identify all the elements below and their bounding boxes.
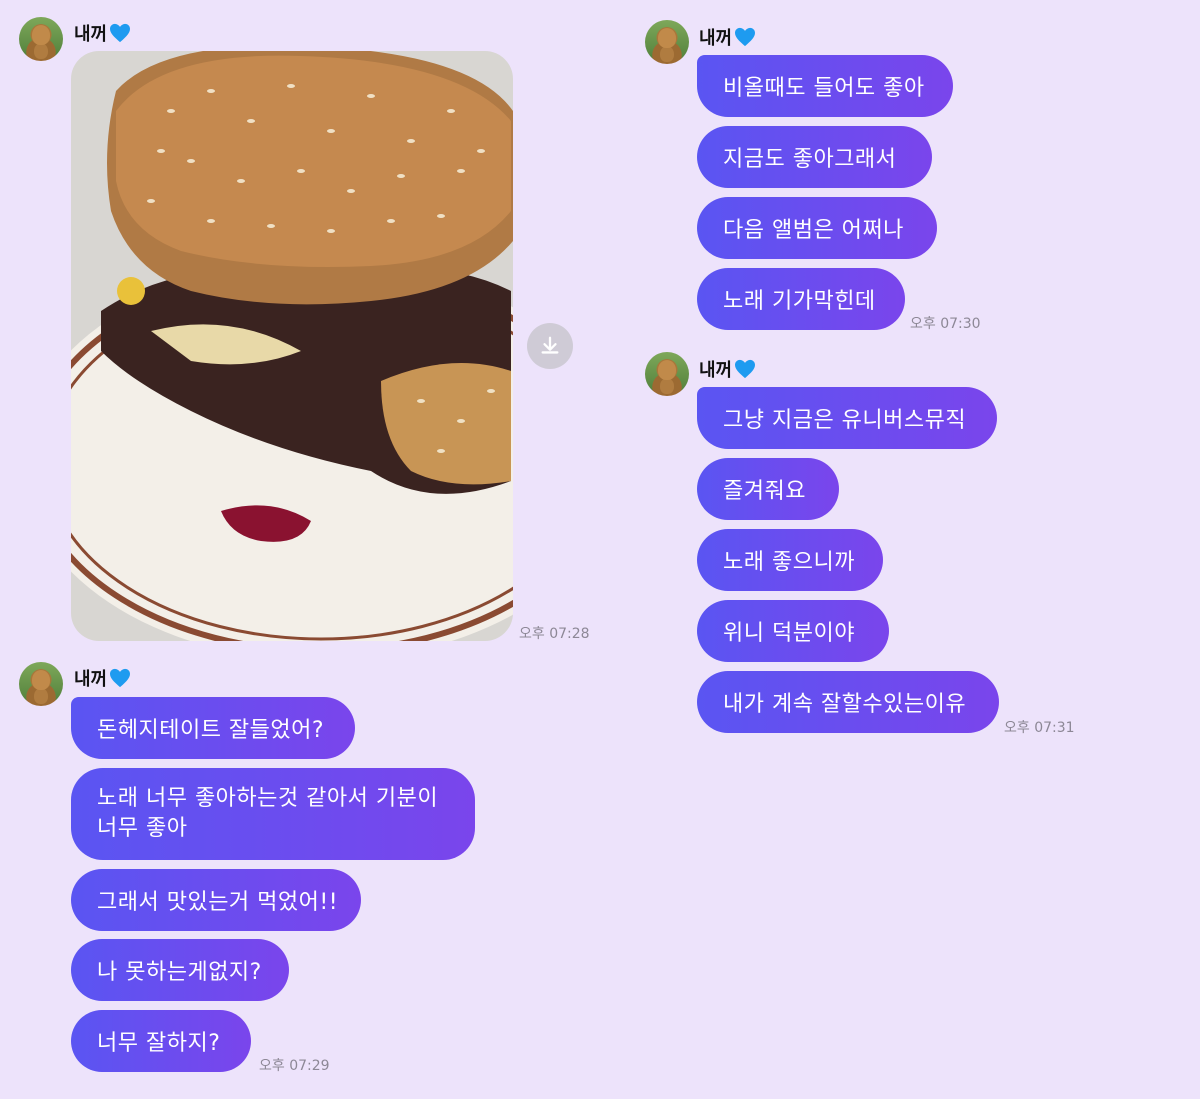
blue-heart-icon xyxy=(735,359,756,379)
sender-label: 내꺼 xyxy=(74,24,108,45)
blue-heart-icon xyxy=(110,23,131,43)
message-text: 나 못하는게없지? xyxy=(97,960,262,985)
burger-image xyxy=(71,51,513,641)
message-text: 위니 덕분이야 xyxy=(723,621,855,646)
message-text: 노래 기가막힌데 xyxy=(723,289,876,314)
message-text: 돈헤지테이트 잘들었어? xyxy=(97,718,325,743)
message-bubble[interactable]: 노래 너무 좋아하는것 같아서 기분이 너무 좋아 xyxy=(71,768,475,860)
food-photo[interactable] xyxy=(71,51,513,641)
blue-heart-icon xyxy=(110,668,131,688)
message-text: 노래 좋으니까 xyxy=(723,550,855,575)
message-bubble[interactable]: 노래 좋으니까 xyxy=(697,529,883,591)
message-text: 그래서 맛있는거 먹었어!! xyxy=(97,890,339,915)
sender-name: 내꺼 xyxy=(699,24,756,50)
message-bubble[interactable]: 내가 계속 잘할수있는이유 xyxy=(697,671,999,733)
avatar[interactable] xyxy=(645,352,689,396)
message-bubble[interactable]: 그래서 맛있는거 먹었어!! xyxy=(71,869,361,931)
message-time: 오후 07:29 xyxy=(259,1058,330,1074)
message-time: 오후 07:31 xyxy=(1004,720,1075,736)
message-text: 비올때도 들어도 좋아 xyxy=(723,76,925,101)
message-bubble[interactable]: 위니 덕분이야 xyxy=(697,600,889,662)
message-bubble[interactable]: 돈헤지테이트 잘들었어? xyxy=(71,697,355,759)
message-bubble[interactable]: 지금도 좋아그래서 xyxy=(697,126,932,188)
download-button[interactable] xyxy=(527,323,573,369)
blue-heart-icon xyxy=(735,27,756,47)
sender-name: 내꺼 xyxy=(74,20,131,46)
message-text: 지금도 좋아그래서 xyxy=(723,147,897,172)
message-text: 그냥 지금은 유니버스뮤직 xyxy=(723,408,967,433)
download-icon xyxy=(541,336,559,354)
message-bubble[interactable]: 노래 기가막힌데 xyxy=(697,268,905,330)
message-bubble[interactable]: 나 못하는게없지? xyxy=(71,939,289,1001)
message-text: 노래 너무 좋아하는것 같아서 기분이 너무 좋아 xyxy=(97,786,439,841)
message-text: 내가 계속 잘할수있는이유 xyxy=(723,692,967,717)
message-bubble[interactable]: 즐겨줘요 xyxy=(697,458,839,520)
message-text: 즐겨줘요 xyxy=(723,479,806,504)
message-bubble[interactable]: 너무 잘하지? xyxy=(71,1010,251,1072)
sender-name: 내꺼 xyxy=(74,665,131,691)
message-bubble[interactable]: 그냥 지금은 유니버스뮤직 xyxy=(697,387,997,449)
avatar[interactable] xyxy=(19,662,63,706)
message-bubble[interactable]: 다음 앨범은 어쩌나 xyxy=(697,197,937,259)
sender-label: 내꺼 xyxy=(699,28,733,49)
avatar[interactable] xyxy=(19,17,63,61)
sender-label: 내꺼 xyxy=(699,360,733,381)
message-time: 오후 07:28 xyxy=(519,626,590,642)
message-bubble[interactable]: 비올때도 들어도 좋아 xyxy=(697,55,953,117)
left-chat-column: 내꺼 오후 07:28 내꺼 돈헤지테이트 잘들었어? 노래 너무 좋아하는것 … xyxy=(0,0,600,1099)
message-time: 오후 07:30 xyxy=(910,316,981,332)
avatar[interactable] xyxy=(645,20,689,64)
message-text: 다음 앨범은 어쩌나 xyxy=(723,218,904,243)
right-chat-column: 내꺼 비올때도 들어도 좋아 지금도 좋아그래서 다음 앨범은 어쩌나 노래 기… xyxy=(600,0,1200,1099)
sender-label: 내꺼 xyxy=(74,669,108,690)
sender-name: 내꺼 xyxy=(699,356,756,382)
message-text: 너무 잘하지? xyxy=(97,1031,221,1056)
